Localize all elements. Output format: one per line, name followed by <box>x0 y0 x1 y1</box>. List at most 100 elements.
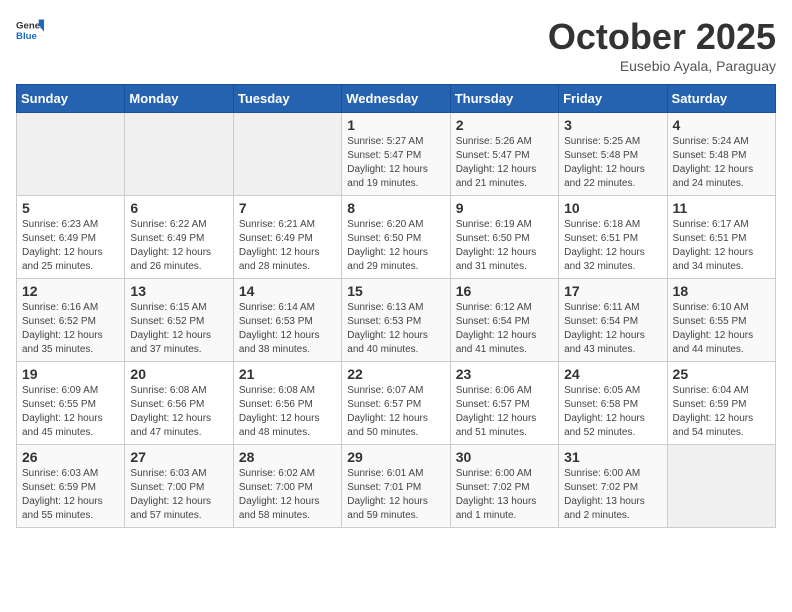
day-info: Sunrise: 6:10 AM Sunset: 6:55 PM Dayligh… <box>673 301 770 357</box>
day-info: Sunrise: 6:23 AM Sunset: 6:49 PM Dayligh… <box>22 218 119 274</box>
logo-icon: General Blue <box>16 16 44 44</box>
day-info: Sunrise: 6:07 AM Sunset: 6:57 PM Dayligh… <box>347 384 444 440</box>
day-info: Sunrise: 6:06 AM Sunset: 6:57 PM Dayligh… <box>456 384 553 440</box>
calendar-cell: 5Sunrise: 6:23 AM Sunset: 6:49 PM Daylig… <box>17 196 125 279</box>
day-number: 10 <box>564 200 661 216</box>
calendar-cell: 30Sunrise: 6:00 AM Sunset: 7:02 PM Dayli… <box>450 445 558 528</box>
calendar-cell: 3 Sunrise: 5:25 AM Sunset: 5:48 PM Daylig… <box>559 113 667 196</box>
day-number: 25 <box>673 366 770 382</box>
calendar-week-row: 12 Sunrise: 6:16 AM Sunset: 6:52 PM Dayli… <box>17 279 776 362</box>
weekday-header: Sunday <box>17 85 125 113</box>
calendar-cell: 25 Sunrise: 6:04 AM Sunset: 6:59 PM Dayli… <box>667 362 775 445</box>
month-title: October 2025 <box>548 16 776 58</box>
day-number: 19 <box>22 366 119 382</box>
day-info: Sunrise: 6:22 AM Sunset: 6:49 PM Dayligh… <box>130 218 227 274</box>
day-info: Sunrise: 6:15 AM Sunset: 6:52 PM Dayligh… <box>130 301 227 357</box>
calendar-cell: 15 Sunrise: 6:13 AM Sunset: 6:53 PM Dayli… <box>342 279 450 362</box>
day-number: 15 <box>347 283 444 299</box>
calendar-cell: 10 Sunrise: 6:18 AM Sunset: 6:51 PM Dayli… <box>559 196 667 279</box>
calendar-cell: 21 Sunrise: 6:08 AM Sunset: 6:56 PM Dayli… <box>233 362 341 445</box>
calendar-cell: 6 Sunrise: 6:22 AM Sunset: 6:49 PM Daylig… <box>125 196 233 279</box>
day-number: 14 <box>239 283 336 299</box>
calendar-cell <box>667 445 775 528</box>
calendar-cell: 27 Sunrise: 6:03 AM Sunset: 7:00 PM Dayli… <box>125 445 233 528</box>
day-info: Sunrise: 6:08 AM Sunset: 6:56 PM Dayligh… <box>239 384 336 440</box>
calendar-cell: 18Sunrise: 6:10 AM Sunset: 6:55 PM Dayli… <box>667 279 775 362</box>
calendar-cell: 23 Sunrise: 6:06 AM Sunset: 6:57 PM Dayli… <box>450 362 558 445</box>
svg-text:Blue: Blue <box>16 31 37 42</box>
day-info: Sunrise: 6:21 AM Sunset: 6:49 PM Dayligh… <box>239 218 336 274</box>
calendar-cell: 8 Sunrise: 6:20 AM Sunset: 6:50 PM Daylig… <box>342 196 450 279</box>
day-number: 28 <box>239 449 336 465</box>
weekday-header: Saturday <box>667 85 775 113</box>
day-number: 27 <box>130 449 227 465</box>
day-number: 26 <box>22 449 119 465</box>
calendar-cell: 16Sunrise: 6:12 AM Sunset: 6:54 PM Dayli… <box>450 279 558 362</box>
calendar-cell: 13 Sunrise: 6:15 AM Sunset: 6:52 PM Dayli… <box>125 279 233 362</box>
calendar-cell: 14Sunrise: 6:14 AM Sunset: 6:53 PM Dayli… <box>233 279 341 362</box>
day-info: Sunrise: 6:03 AM Sunset: 6:59 PM Dayligh… <box>22 467 119 523</box>
day-info: Sunrise: 6:03 AM Sunset: 7:00 PM Dayligh… <box>130 467 227 523</box>
day-info: Sunrise: 6:18 AM Sunset: 6:51 PM Dayligh… <box>564 218 661 274</box>
day-number: 13 <box>130 283 227 299</box>
day-info: Sunrise: 6:12 AM Sunset: 6:54 PM Dayligh… <box>456 301 553 357</box>
page-header: General Blue October 2025 Eusebio Ayala,… <box>16 16 776 74</box>
day-number: 9 <box>456 200 553 216</box>
logo: General Blue <box>16 16 44 44</box>
day-info: Sunrise: 6:08 AM Sunset: 6:56 PM Dayligh… <box>130 384 227 440</box>
day-info: Sunrise: 6:04 AM Sunset: 6:59 PM Dayligh… <box>673 384 770 440</box>
weekday-header: Monday <box>125 85 233 113</box>
day-number: 17 <box>564 283 661 299</box>
calendar-week-row: 5Sunrise: 6:23 AM Sunset: 6:49 PM Daylig… <box>17 196 776 279</box>
calendar-week-row: 26 Sunrise: 6:03 AM Sunset: 6:59 PM Dayli… <box>17 445 776 528</box>
day-number: 1 <box>347 117 444 133</box>
day-number: 29 <box>347 449 444 465</box>
day-number: 30 <box>456 449 553 465</box>
day-number: 4 <box>673 117 770 133</box>
calendar-cell <box>125 113 233 196</box>
day-info: Sunrise: 6:19 AM Sunset: 6:50 PM Dayligh… <box>456 218 553 274</box>
calendar-cell: 31 Sunrise: 6:00 AM Sunset: 7:02 PM Dayli… <box>559 445 667 528</box>
day-info: Sunrise: 6:16 AM Sunset: 6:52 PM Dayligh… <box>22 301 119 357</box>
day-number: 6 <box>130 200 227 216</box>
calendar-cell: 4Sunrise: 5:24 AM Sunset: 5:48 PM Daylig… <box>667 113 775 196</box>
day-info: Sunrise: 6:02 AM Sunset: 7:00 PM Dayligh… <box>239 467 336 523</box>
calendar-cell: 1Sunrise: 5:27 AM Sunset: 5:47 PM Daylig… <box>342 113 450 196</box>
day-number: 20 <box>130 366 227 382</box>
day-number: 12 <box>22 283 119 299</box>
calendar-cell: 29 Sunrise: 6:01 AM Sunset: 7:01 PM Dayli… <box>342 445 450 528</box>
day-info: Sunrise: 6:09 AM Sunset: 6:55 PM Dayligh… <box>22 384 119 440</box>
day-info: Sunrise: 6:01 AM Sunset: 7:01 PM Dayligh… <box>347 467 444 523</box>
calendar-cell <box>17 113 125 196</box>
calendar-cell: 28 Sunrise: 6:02 AM Sunset: 7:00 PM Dayli… <box>233 445 341 528</box>
day-number: 31 <box>564 449 661 465</box>
weekday-header: Wednesday <box>342 85 450 113</box>
calendar-cell: 7Sunrise: 6:21 AM Sunset: 6:49 PM Daylig… <box>233 196 341 279</box>
calendar-cell: 22 Sunrise: 6:07 AM Sunset: 6:57 PM Dayli… <box>342 362 450 445</box>
day-number: 8 <box>347 200 444 216</box>
day-info: Sunrise: 6:11 AM Sunset: 6:54 PM Dayligh… <box>564 301 661 357</box>
day-info: Sunrise: 6:20 AM Sunset: 6:50 PM Dayligh… <box>347 218 444 274</box>
day-number: 23 <box>456 366 553 382</box>
day-number: 11 <box>673 200 770 216</box>
weekday-header: Tuesday <box>233 85 341 113</box>
location-subtitle: Eusebio Ayala, Paraguay <box>548 58 776 74</box>
day-info: Sunrise: 6:00 AM Sunset: 7:02 PM Dayligh… <box>564 467 661 523</box>
calendar-cell: 2Sunrise: 5:26 AM Sunset: 5:47 PM Daylig… <box>450 113 558 196</box>
calendar-cell: 24 Sunrise: 6:05 AM Sunset: 6:58 PM Dayli… <box>559 362 667 445</box>
day-number: 3 <box>564 117 661 133</box>
day-info: Sunrise: 6:05 AM Sunset: 6:58 PM Dayligh… <box>564 384 661 440</box>
day-info: Sunrise: 5:25 AM Sunset: 5:48 PM Dayligh… <box>564 135 661 191</box>
day-number: 2 <box>456 117 553 133</box>
calendar-cell: 19 Sunrise: 6:09 AM Sunset: 6:55 PM Dayli… <box>17 362 125 445</box>
calendar-cell: 11Sunrise: 6:17 AM Sunset: 6:51 PM Dayli… <box>667 196 775 279</box>
day-number: 21 <box>239 366 336 382</box>
day-info: Sunrise: 6:13 AM Sunset: 6:53 PM Dayligh… <box>347 301 444 357</box>
weekday-header-row: SundayMondayTuesdayWednesdayThursdayFrid… <box>17 85 776 113</box>
calendar-table: SundayMondayTuesdayWednesdayThursdayFrid… <box>16 84 776 528</box>
calendar-week-row: 19 Sunrise: 6:09 AM Sunset: 6:55 PM Dayli… <box>17 362 776 445</box>
day-number: 22 <box>347 366 444 382</box>
day-number: 24 <box>564 366 661 382</box>
weekday-header: Friday <box>559 85 667 113</box>
calendar-cell: 20 Sunrise: 6:08 AM Sunset: 6:56 PM Dayli… <box>125 362 233 445</box>
